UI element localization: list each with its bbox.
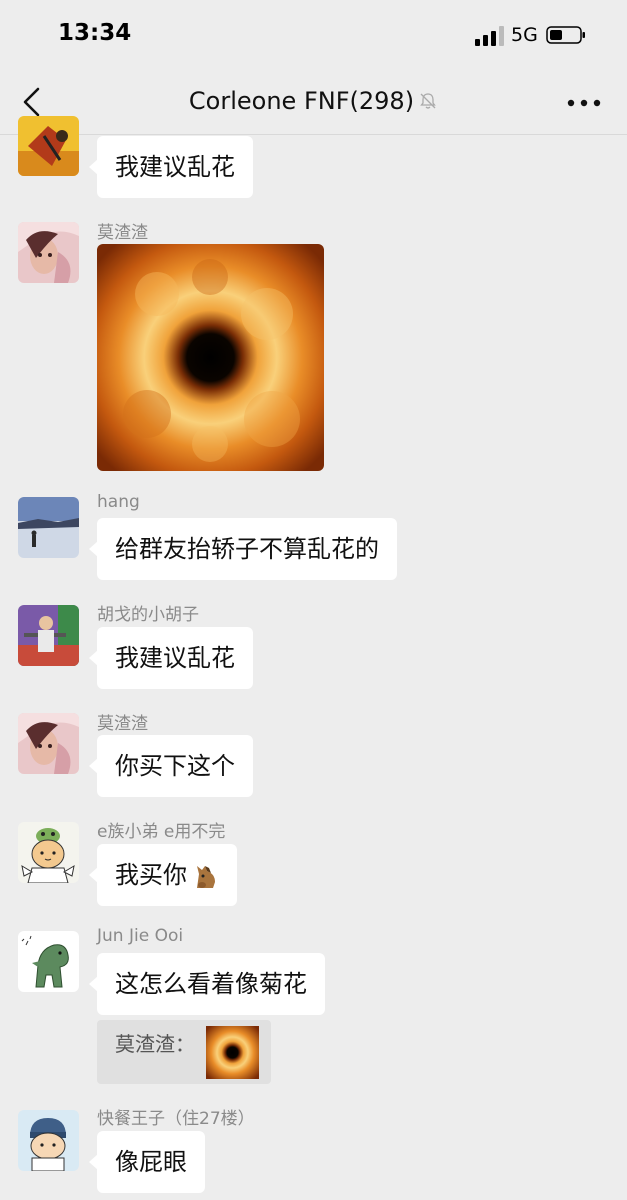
message-bubble[interactable]: 我买你 [89,844,237,906]
signal-strength-icon [475,26,504,46]
message-bubble[interactable]: 这怎么看着像菊花 [89,953,325,1015]
group-name: Corleone FNF [188,87,350,115]
message-text: 你买下这个 [115,752,235,780]
message-bubble[interactable]: 给群友抬轿子不算乱花的 [89,518,397,580]
battery-icon [546,26,585,44]
sender-name: 快餐王子（住27楼） [97,1109,255,1129]
member-count: (298) [349,87,415,115]
avatar[interactable] [18,497,79,558]
message-bubble[interactable]: 我建议乱花 [89,136,253,198]
sender-name: 莫渣渣 [97,223,148,243]
message-text: 我建议乱花 [115,153,235,181]
message-bubble[interactable]: 像屁眼 [89,1131,205,1193]
sender-name: Jun Jie Ooi [97,926,184,946]
message-text: 像屁眼 [115,1148,187,1176]
avatar[interactable] [18,222,79,283]
avatar[interactable] [18,931,79,992]
avatar[interactable] [18,713,79,774]
avatar[interactable] [18,116,79,176]
quoted-message[interactable]: 莫渣渣： [97,1020,271,1084]
horse-face-emoji [197,866,215,888]
bell-muted-icon [420,93,436,109]
image-message[interactable] [97,244,324,471]
status-bar: 13:34 5G [0,0,627,72]
chat-title: Corleone FNF(298) [0,86,627,115]
quote-image-thumbnail[interactable] [206,1026,259,1079]
sender-name: e族小弟 e用不完 [97,822,226,842]
avatar[interactable] [18,1110,79,1171]
sender-name: hang [97,492,140,512]
avatar[interactable] [18,822,79,883]
chat-header: Corleone FNF(298) [0,72,627,135]
message-bubble[interactable]: 我建议乱花 [89,627,253,689]
more-dots-icon[interactable] [566,98,602,108]
network-type: 5G [511,24,538,46]
status-time: 13:34 [58,20,132,46]
sender-name: 莫渣渣 [97,714,148,734]
sender-name: 胡戈的小胡子 [97,605,199,625]
message-bubble[interactable]: 你买下这个 [89,735,253,797]
message-text: 我建议乱花 [115,644,235,672]
message-text: 这怎么看着像菊花 [115,970,307,998]
quote-author: 莫渣渣： [115,1032,195,1056]
avatar[interactable] [18,605,79,666]
message-text: 我买你 [115,861,187,889]
message-text: 给群友抬轿子不算乱花的 [115,535,379,563]
